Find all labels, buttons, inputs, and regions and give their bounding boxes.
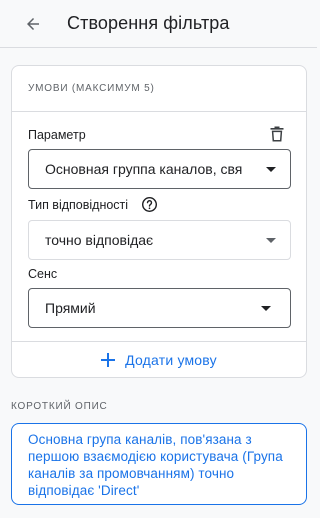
summary-box: Основна група каналів, пов'язана з першо… xyxy=(11,423,307,505)
help-circle-icon xyxy=(141,196,158,213)
page-title: Створення фільтра xyxy=(67,13,230,33)
summary-caption: КОРОТКИЙ ОПИС xyxy=(11,401,108,412)
conditions-caption: УМОВИ (МАКСИМУМ 5) xyxy=(28,83,155,94)
parameter-select-value: Основная группа каналов, свя xyxy=(45,161,243,177)
card-divider-top xyxy=(12,111,306,112)
sense-select[interactable]: Прямий xyxy=(28,288,291,328)
match-type-help-button[interactable] xyxy=(141,196,158,213)
add-condition-label: Додати умову xyxy=(125,352,217,368)
summary-text: Основна група каналів, пов'язана з першо… xyxy=(28,432,283,498)
chevron-down-icon xyxy=(266,167,276,172)
chevron-down-icon xyxy=(261,306,271,311)
match-type-label: Тип відповідності xyxy=(28,198,129,212)
sense-label: Сенс xyxy=(28,267,58,281)
add-condition-button[interactable]: Додати умову xyxy=(12,342,306,378)
chevron-down-icon xyxy=(266,238,276,243)
plus-icon xyxy=(101,353,116,367)
trash-icon xyxy=(270,126,284,142)
sense-select-value: Прямий xyxy=(45,300,96,316)
back-button[interactable] xyxy=(22,13,44,35)
match-type-select-value: точно відповідає xyxy=(45,232,154,248)
parameter-label: Параметр xyxy=(28,128,86,142)
delete-condition-button[interactable] xyxy=(269,126,285,142)
arrow-back-icon xyxy=(27,18,39,30)
match-type-select[interactable]: точно відповідає xyxy=(28,220,291,260)
header: Створення фільтра xyxy=(0,0,317,48)
parameter-select[interactable]: Основная группа каналов, свя xyxy=(28,149,291,189)
conditions-card: УМОВИ (МАКСИМУМ 5) Параметр Основная гру… xyxy=(11,65,307,378)
